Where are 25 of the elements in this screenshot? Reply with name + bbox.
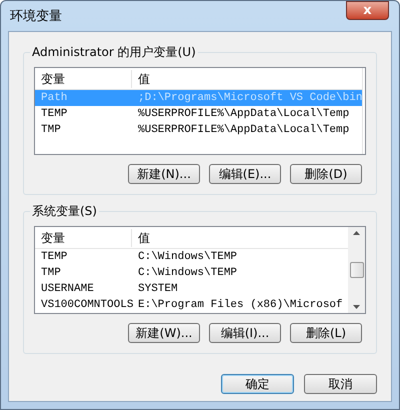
dialog-button[interactable]: 新建(N)... [128,164,200,184]
scroll-thumb[interactable] [350,262,364,278]
column-header[interactable]: 值 [132,70,362,88]
scroll-up-icon[interactable] [353,231,360,235]
dialog-button[interactable]: 删除(D) [290,164,362,184]
variable-row[interactable]: TMP C:\Windows\TEMP [35,265,348,281]
variable-row[interactable]: TEMP C:\Windows\TEMP [35,249,348,265]
dialog-button[interactable]: 取消 [304,374,377,394]
dialog-button[interactable]: 编辑(E)... [209,164,281,184]
variable-row[interactable]: TMP %USERPROFILE%\AppData\Local\Temp [35,122,362,138]
scroll-down-icon[interactable] [353,305,360,309]
column-header[interactable]: 变量 [35,228,132,246]
window-title: 环境变量 [9,8,62,26]
dialog-button[interactable]: 编辑(I)... [209,323,281,343]
dialog-button[interactable]: 新建(W)... [128,323,200,343]
group-title: 系统变量(S) [30,203,99,219]
column-header[interactable]: 值 [132,228,348,246]
variable-row[interactable]: USERNAME SYSTEM [35,281,348,297]
scrollbar[interactable] [348,227,365,313]
variable-row[interactable]: TEMP %USERPROFILE%\AppData\Local\Temp [35,106,362,122]
column-header[interactable]: 变量 [35,70,132,88]
group-title: Administrator 的用户变量(U) [30,44,198,60]
variable-row[interactable]: VS100COMNTOOLS E:\Program Files (x86)\Microsof [35,297,348,313]
ok-button[interactable]: 确定 [221,374,294,394]
dialog-button[interactable]: 删除(L) [290,323,362,343]
